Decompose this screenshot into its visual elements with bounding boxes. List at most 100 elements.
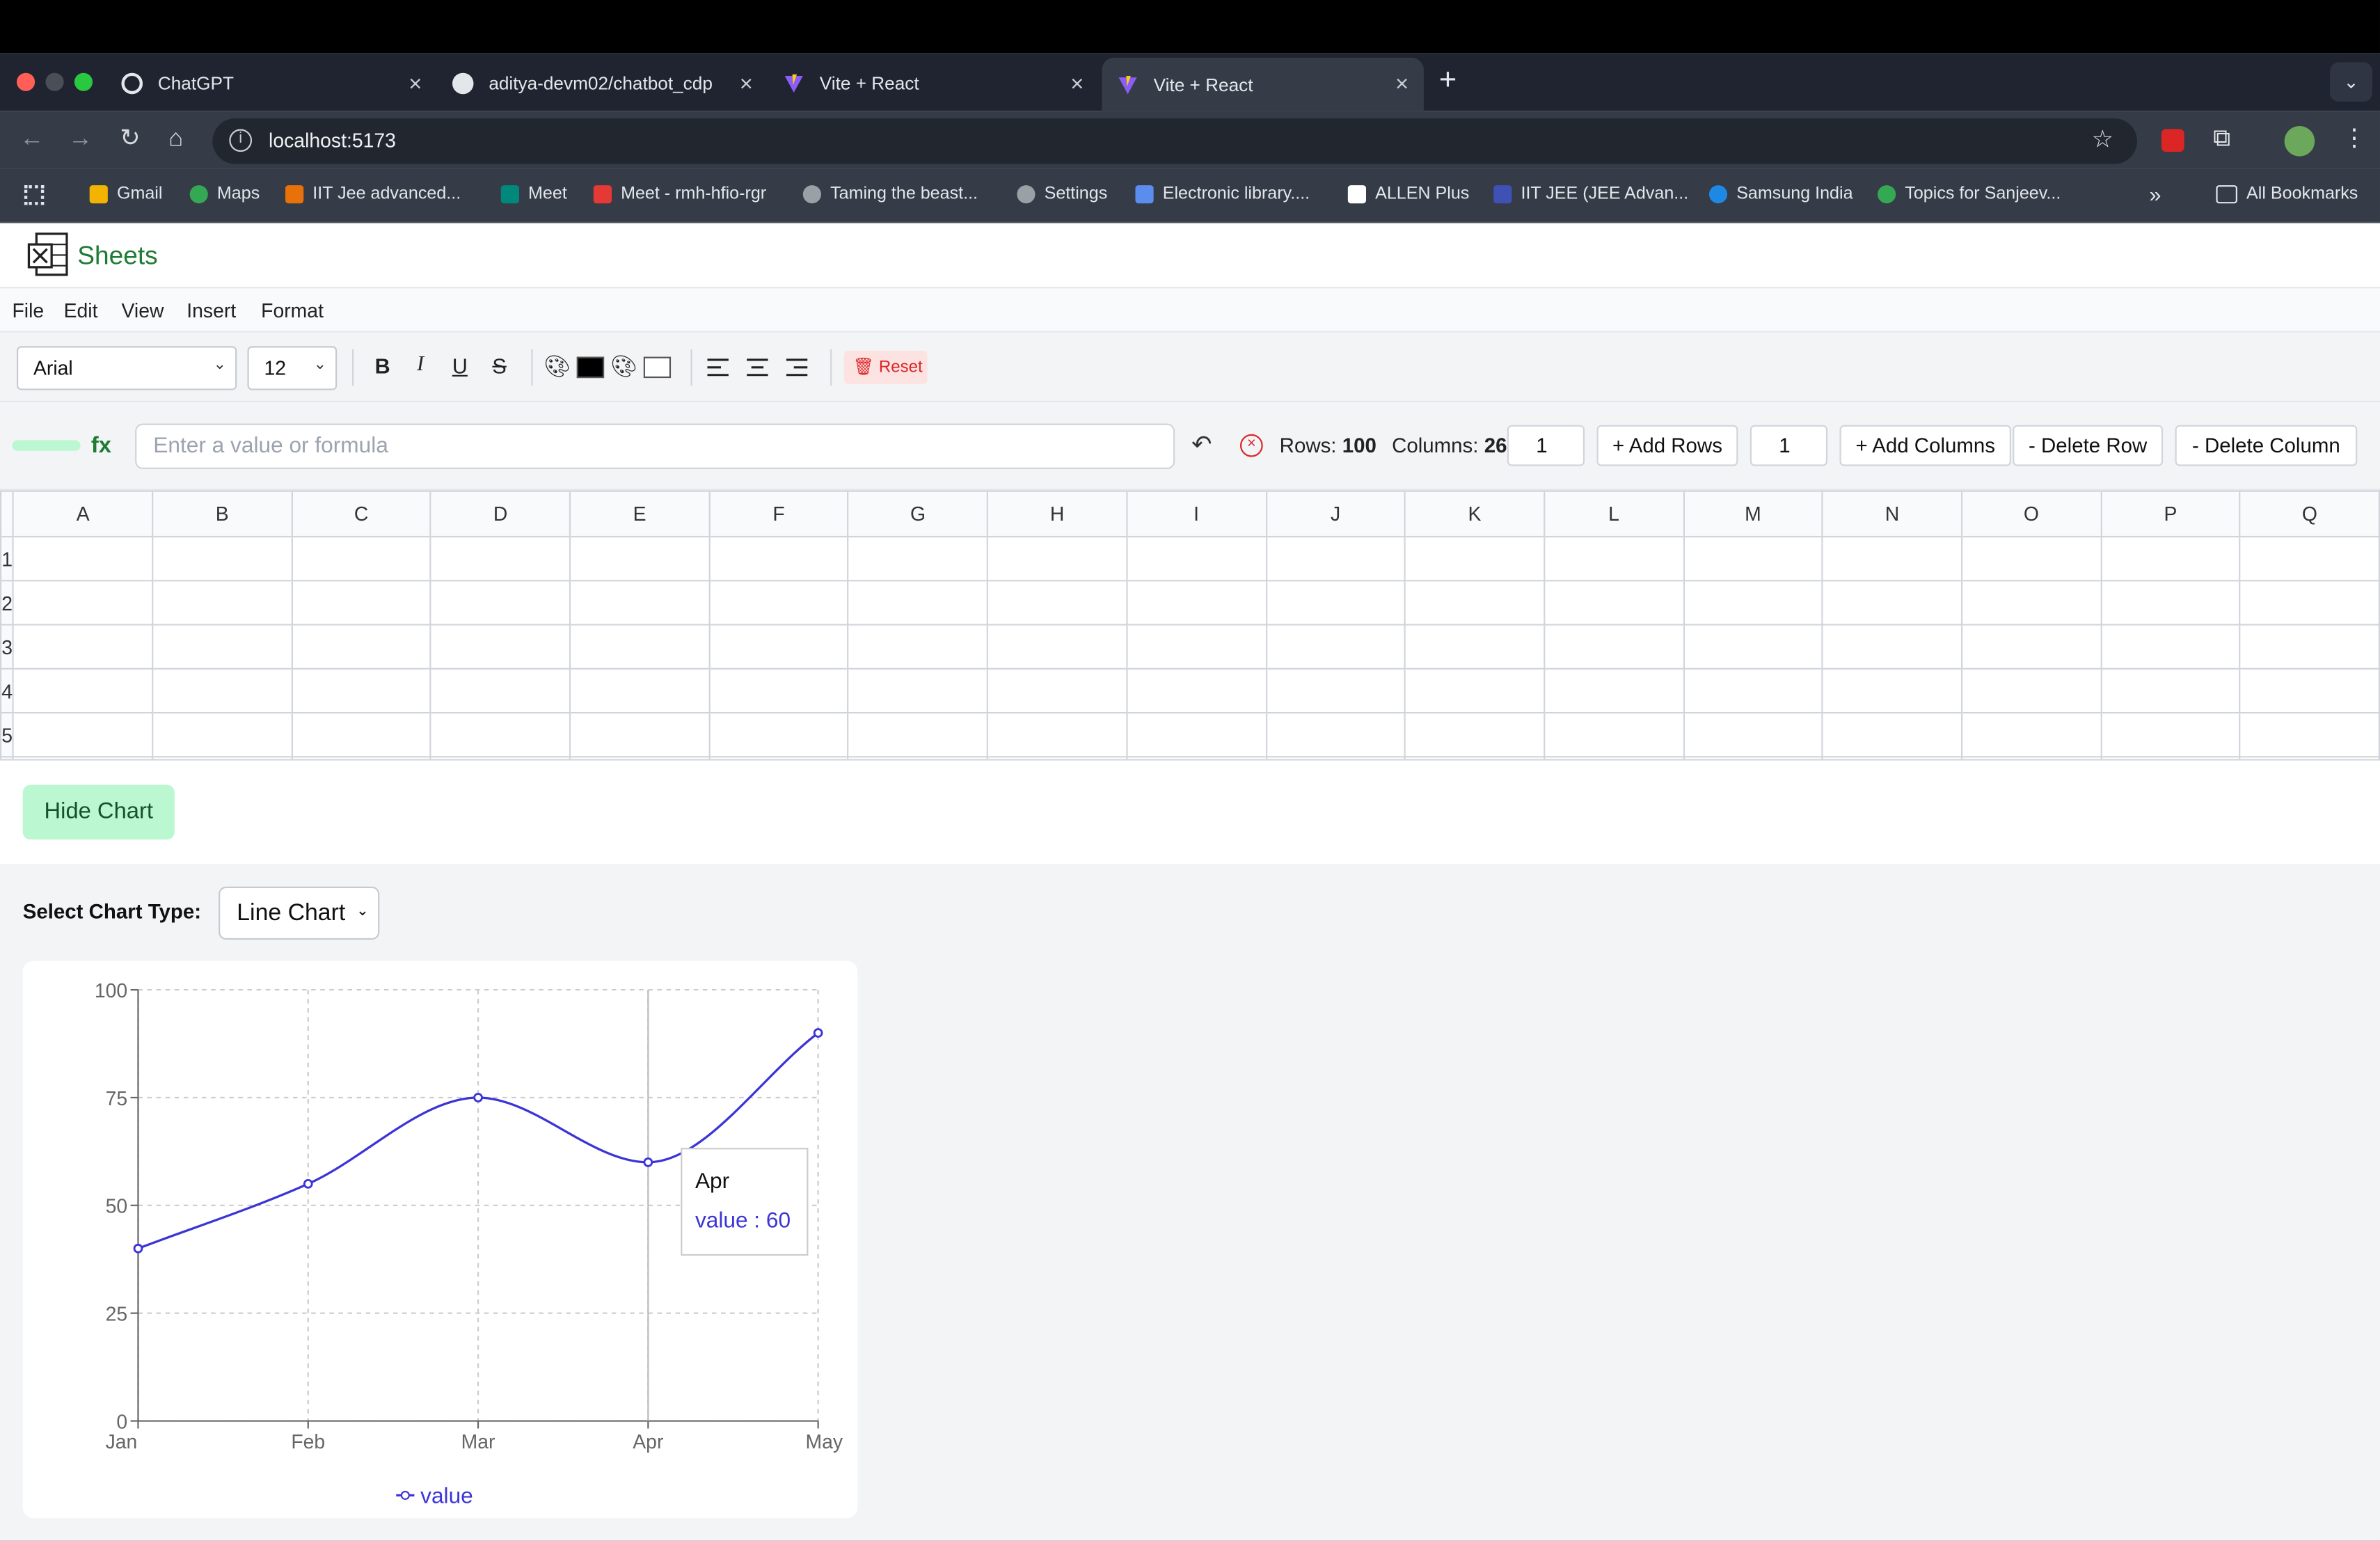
tab-close-icon[interactable]: × [1070, 70, 1084, 96]
cell[interactable] [430, 667, 571, 714]
cell[interactable] [291, 535, 432, 582]
undo-icon[interactable]: ↶ [1191, 429, 1212, 460]
cell[interactable] [1264, 535, 1406, 582]
cell[interactable] [1264, 711, 1406, 758]
cell[interactable] [2239, 535, 2380, 582]
cell[interactable] [13, 711, 154, 758]
column-header[interactable]: B [152, 490, 293, 538]
cell[interactable] [708, 580, 850, 626]
formula-input[interactable]: Enter a value or formula [135, 423, 1175, 469]
grid-corner[interactable] [0, 490, 15, 538]
cell[interactable] [987, 624, 1128, 670]
palette-icon[interactable]: 🎨︎ [544, 354, 571, 379]
new-tab-button[interactable]: + [1439, 64, 1457, 97]
delete-row-button[interactable]: - Delete Row [2013, 425, 2164, 466]
browser-menu-icon[interactable]: ⋮ [2342, 126, 2366, 153]
cell[interactable] [152, 624, 293, 670]
cell[interactable] [987, 535, 1128, 582]
cell[interactable] [13, 667, 154, 714]
menu-view[interactable]: View [121, 299, 164, 322]
cell[interactable] [291, 580, 432, 626]
cell[interactable] [1821, 667, 1963, 714]
cell[interactable] [1543, 711, 1685, 758]
add-columns-count-input[interactable]: 1 [1750, 425, 1828, 466]
bookmark-item[interactable]: ALLEN Plus [1347, 185, 1469, 204]
bookmark-item[interactable]: Meet - rmh-hfio-rgr [593, 185, 766, 204]
cell[interactable] [708, 535, 850, 582]
cell[interactable] [152, 535, 293, 582]
cell[interactable] [1264, 580, 1406, 626]
row-header[interactable]: 4 [0, 667, 15, 714]
cell[interactable] [1682, 624, 1824, 670]
cell[interactable] [708, 711, 850, 758]
cell[interactable] [13, 624, 154, 670]
cell[interactable] [1125, 667, 1267, 714]
cell[interactable] [1404, 711, 1546, 758]
cell[interactable] [1125, 624, 1267, 670]
column-header[interactable]: N [1821, 490, 1963, 538]
cell[interactable] [13, 580, 154, 626]
tab-close-icon[interactable]: × [408, 70, 422, 96]
italic-button[interactable]: I [407, 354, 434, 378]
cell[interactable] [1960, 624, 2102, 670]
bold-button[interactable]: B [369, 354, 396, 378]
extensions-puzzle-icon[interactable]: ⧉ [2213, 126, 2230, 153]
cell[interactable] [2100, 535, 2242, 582]
chart-type-select[interactable]: Line Chart ⌄ [219, 886, 380, 940]
cell[interactable] [1125, 535, 1267, 582]
bookmark-item[interactable]: Meet [500, 185, 567, 204]
cell[interactable] [2100, 711, 2242, 758]
cell[interactable] [2239, 580, 2380, 626]
cell[interactable] [1960, 711, 2102, 758]
browser-tab[interactable]: ChatGPT × [106, 61, 437, 106]
cell[interactable] [2239, 711, 2380, 758]
extension-pocket-icon[interactable] [2161, 129, 2184, 152]
cell[interactable] [987, 580, 1128, 626]
palette-icon[interactable]: 🎨︎ [610, 354, 637, 379]
add-rows-button[interactable]: + Add Rows [1596, 425, 1738, 466]
cell[interactable] [569, 580, 711, 626]
column-header[interactable]: H [987, 490, 1128, 538]
cell[interactable] [987, 667, 1128, 714]
close-window-button[interactable] [16, 72, 35, 91]
column-header[interactable]: J [1264, 490, 1406, 538]
cell[interactable] [1404, 580, 1546, 626]
apps-grid-icon[interactable] [24, 185, 45, 205]
cell[interactable] [569, 624, 711, 670]
cell[interactable] [291, 667, 432, 714]
home-icon[interactable]: ⌂ [168, 126, 183, 153]
profile-avatar[interactable] [2284, 126, 2315, 157]
more-bookmarks-icon[interactable]: » [2149, 182, 2161, 207]
background-color-swatch[interactable] [643, 356, 672, 379]
cell[interactable] [2100, 667, 2242, 714]
site-info-icon[interactable]: i [229, 129, 253, 152]
bookmark-item[interactable]: Electronic library.... [1135, 185, 1310, 204]
minimize-window-button[interactable] [45, 72, 64, 91]
bookmark-item[interactable]: IIT Jee advanced... [285, 185, 461, 204]
menu-format[interactable]: Format [261, 299, 324, 322]
url-text[interactable]: localhost:5173 [269, 129, 396, 152]
cell[interactable] [1264, 624, 1406, 670]
cell[interactable] [1264, 667, 1406, 714]
font-family-select[interactable]: Arial ⌄ [16, 346, 237, 390]
cell[interactable] [1404, 667, 1546, 714]
bookmark-item[interactable]: Taming the beast... [802, 185, 978, 204]
align-left-icon[interactable] [707, 358, 729, 377]
cell[interactable] [1960, 667, 2102, 714]
column-header[interactable]: F [708, 490, 850, 538]
cell[interactable] [1960, 535, 2102, 582]
maximize-window-button[interactable] [74, 72, 93, 91]
bookmark-item[interactable]: Gmail [89, 185, 162, 204]
reset-button[interactable]: 🗑︎ Reset [843, 350, 928, 384]
strikethrough-button[interactable]: S [486, 354, 513, 378]
cell[interactable] [1960, 580, 2102, 626]
browser-tab[interactable]: aditya-devm02/chatbot_cdp × [437, 61, 768, 106]
delete-column-button[interactable]: - Delete Column [2175, 425, 2358, 466]
cell[interactable] [848, 711, 989, 758]
clear-icon[interactable]: × [1239, 434, 1263, 457]
menu-file[interactable]: File [12, 299, 44, 322]
browser-tab[interactable]: Vite + React × [768, 61, 1099, 106]
row-header[interactable]: 2 [0, 580, 15, 626]
cell[interactable] [1682, 580, 1824, 626]
cell[interactable] [1404, 624, 1546, 670]
